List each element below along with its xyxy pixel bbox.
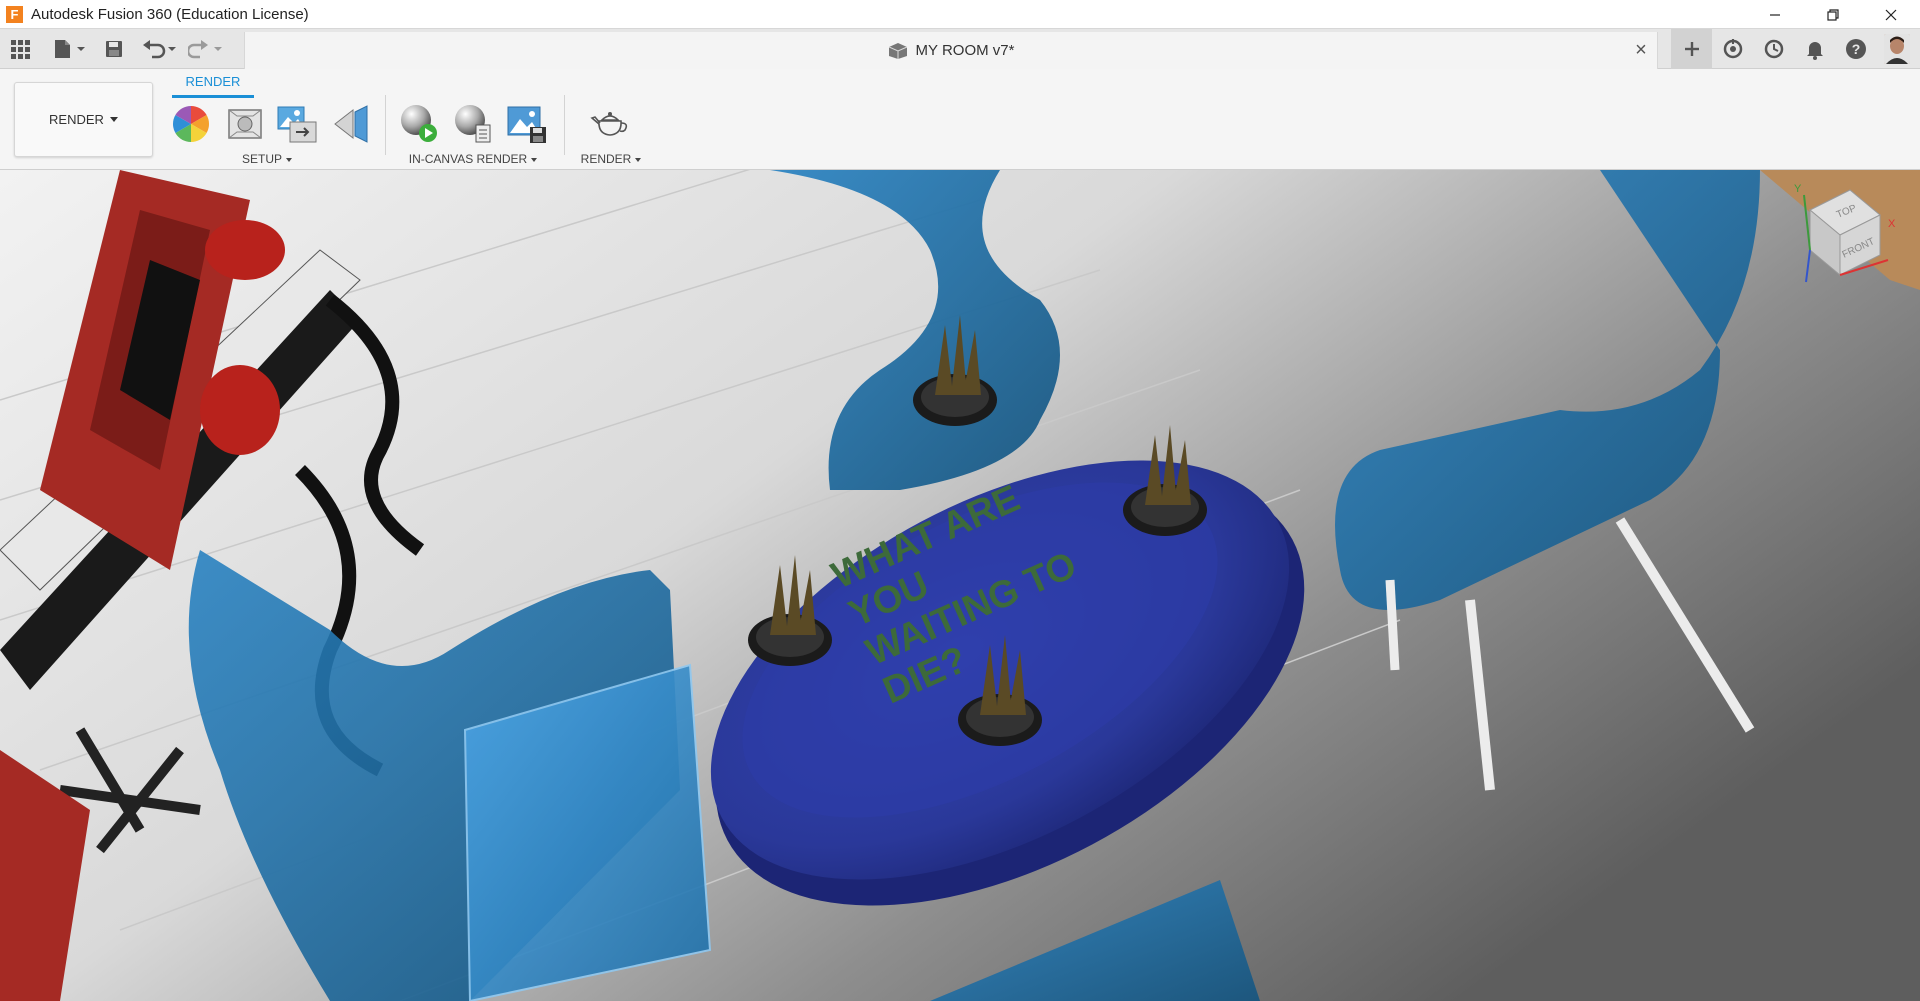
close-tab-button[interactable]: ×	[1631, 40, 1651, 60]
color-wheel-icon	[172, 106, 210, 142]
undo-icon	[143, 40, 176, 59]
active-tab-indicator	[172, 95, 254, 98]
file-menu-button[interactable]	[47, 29, 91, 69]
texture-map-tool[interactable]	[276, 103, 318, 145]
in-canvas-render-group-menu[interactable]: IN-CANVAS RENDER	[398, 152, 548, 166]
workspace-switcher-button[interactable]: RENDER	[14, 82, 153, 157]
render-play-icon	[401, 105, 437, 142]
component-box-icon	[888, 42, 907, 59]
extensions-icon	[1723, 39, 1742, 59]
new-tab-button[interactable]	[1671, 29, 1712, 69]
restore-icon	[1827, 8, 1839, 21]
scene-settings-tool[interactable]	[224, 103, 266, 145]
fusion-logo-icon: F	[6, 5, 23, 23]
window-title: Autodesk Fusion 360 (Education License)	[31, 5, 309, 23]
bell-icon	[1806, 42, 1823, 60]
setup-group-label: SETUP	[241, 152, 282, 166]
chevron-down-icon	[109, 117, 118, 122]
minimize-icon	[1770, 13, 1780, 16]
workspace-label: RENDER	[49, 112, 104, 127]
quick-access-toolbar	[0, 29, 244, 69]
teapot-icon	[590, 112, 628, 136]
in-canvas-render-settings-tool[interactable]	[452, 103, 494, 145]
chevron-down-icon	[286, 157, 292, 162]
setup-group-menu[interactable]: SETUP	[232, 152, 302, 166]
y-axis-label: Y	[1794, 183, 1802, 195]
help-icon: ?	[1845, 39, 1866, 59]
render-group-label: RENDER	[580, 152, 632, 166]
group-divider	[564, 95, 565, 155]
job-status-button[interactable]	[1753, 29, 1794, 69]
ribbon-toolbar: RENDER RENDER SETUP IN-CANVAS RENDER REN…	[0, 69, 1920, 170]
decal-icon	[334, 105, 368, 143]
clock-icon	[1764, 39, 1783, 59]
minimize-button[interactable]	[1746, 0, 1804, 29]
render-tool[interactable]	[590, 103, 632, 145]
window-controls	[1746, 0, 1920, 29]
restore-button[interactable]	[1804, 0, 1862, 29]
scene-viewport: WHAT ARE YOU WAITING TO DIE? TOP FRONT Y…	[0, 170, 1920, 1001]
scene-settings-icon	[228, 109, 262, 139]
svg-text:?: ?	[1851, 41, 1860, 57]
render-settings-icon	[455, 105, 491, 143]
decal-tool[interactable]	[330, 103, 372, 145]
document-title: MY ROOM v7*	[915, 42, 1015, 59]
tab-render[interactable]: RENDER	[172, 74, 254, 89]
plus-icon	[1684, 42, 1699, 56]
extensions-button[interactable]	[1712, 29, 1753, 69]
in-canvas-render-group-label: IN-CANVAS RENDER	[408, 152, 528, 166]
in-canvas-render-tool[interactable]	[398, 103, 440, 145]
chevron-down-icon	[531, 157, 538, 162]
data-panel-button[interactable]	[5, 29, 35, 69]
document-tab[interactable]: MY ROOM v7* ×	[244, 32, 1658, 69]
undo-button[interactable]	[137, 29, 183, 69]
user-avatar-icon	[1884, 34, 1910, 64]
redo-icon	[188, 40, 222, 59]
user-avatar[interactable]	[1884, 34, 1910, 64]
capture-image-tool[interactable]	[506, 103, 548, 145]
group-divider	[385, 95, 386, 155]
appearance-tool[interactable]	[170, 103, 212, 145]
title-bar: F Autodesk Fusion 360 (Education License…	[0, 0, 1920, 29]
notifications-button[interactable]	[1794, 29, 1835, 69]
capture-image-icon	[507, 106, 546, 143]
application-bar: MY ROOM v7* × ?	[0, 29, 1920, 69]
render-canvas[interactable]: WHAT ARE YOU WAITING TO DIE? TOP FRONT Y…	[0, 170, 1920, 1001]
grid-icon	[11, 40, 30, 59]
save-button[interactable]	[99, 29, 129, 69]
help-button[interactable]: ?	[1835, 29, 1876, 69]
x-axis-label: X	[1888, 218, 1896, 230]
render-group-menu[interactable]: RENDER	[575, 152, 647, 166]
file-icon	[55, 40, 85, 58]
texture-map-icon	[277, 106, 317, 143]
close-window-button[interactable]	[1862, 0, 1920, 29]
chevron-down-icon	[635, 157, 642, 162]
close-icon	[1885, 9, 1897, 20]
redo-button[interactable]	[183, 29, 229, 69]
appbar-right-tools: ?	[1671, 29, 1920, 69]
save-icon	[106, 41, 122, 57]
